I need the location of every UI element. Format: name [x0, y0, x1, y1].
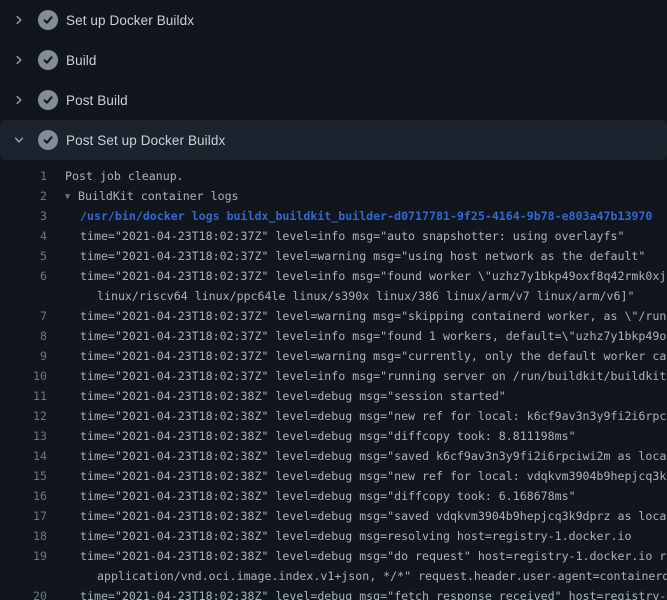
log-text: time="2021-04-23T18:02:38Z" level=debug …	[80, 506, 666, 526]
log-line-number[interactable]: 8	[0, 326, 47, 346]
log-text: time="2021-04-23T18:02:38Z" level=debug …	[80, 426, 576, 446]
log-command-text: /usr/bin/docker logs buildx_buildkit_bui…	[80, 206, 652, 226]
chevron-right-icon	[12, 12, 25, 28]
log-line: 1 Post job cleanup.	[0, 166, 667, 186]
check-circle-icon	[38, 130, 58, 150]
log-line-number[interactable]: 7	[0, 306, 47, 326]
log-line: 3/usr/bin/docker logs buildx_buildkit_bu…	[0, 206, 667, 226]
log-text: time="2021-04-23T18:02:38Z" level=debug …	[80, 526, 631, 546]
log-text: time="2021-04-23T18:02:38Z" level=debug …	[80, 586, 666, 600]
log-line-number[interactable]: 2	[0, 186, 47, 206]
log-line: linux/riscv64 linux/ppc64le linux/s390x …	[0, 286, 667, 306]
log-line: 11 time="2021-04-23T18:02:38Z" level=debu…	[0, 386, 667, 406]
log-line-number[interactable]: 17	[0, 506, 47, 526]
log-line-number[interactable]: 13	[0, 426, 47, 446]
log-text: application/vnd.oci.image.index.v1+json,…	[97, 566, 667, 586]
step-header-post-build[interactable]: Post Build	[0, 80, 667, 120]
step-list: Set up Docker Buildx Build Post Build Post …	[0, 0, 667, 160]
step-header-build[interactable]: Build	[0, 40, 667, 80]
step-label: Post Build	[66, 93, 128, 108]
check-circle-icon	[38, 90, 58, 110]
log-line-number[interactable]: 4	[0, 226, 47, 246]
log-text: ▼BuildKit container logs	[65, 186, 239, 206]
log-text: time="2021-04-23T18:02:37Z" level=info m…	[80, 266, 666, 286]
step-label: Post Set up Docker Buildx	[66, 133, 225, 148]
log-line-number[interactable]: 3	[0, 206, 47, 226]
step-label: Set up Docker Buildx	[66, 13, 194, 28]
chevron-right-icon	[12, 52, 25, 68]
log-line: 6 time="2021-04-23T18:02:37Z" level=info …	[0, 266, 667, 286]
log-line-number[interactable]: 5	[0, 246, 47, 266]
log-line: 19 time="2021-04-23T18:02:38Z" level=debu…	[0, 546, 667, 566]
log-line: 10 time="2021-04-23T18:02:37Z" level=info…	[0, 366, 667, 386]
step-header-set-up-docker-buildx[interactable]: Set up Docker Buildx	[0, 0, 667, 40]
log-line-number[interactable]: 1	[0, 166, 47, 186]
log-text: time="2021-04-23T18:02:38Z" level=debug …	[80, 386, 506, 406]
log-line-number[interactable]: 9	[0, 346, 47, 366]
log-group-header[interactable]: 2 ▼BuildKit container logs	[0, 186, 667, 206]
log-text: time="2021-04-23T18:02:38Z" level=debug …	[80, 486, 576, 506]
log-line-number[interactable]: 20	[0, 586, 47, 600]
chevron-down-icon	[12, 132, 25, 148]
log-line-number[interactable]: 11	[0, 386, 47, 406]
log-line-number[interactable]: 6	[0, 266, 47, 286]
log-text: time="2021-04-23T18:02:37Z" level=warnin…	[80, 306, 666, 326]
step-label: Build	[66, 53, 97, 68]
log-line: 17 time="2021-04-23T18:02:38Z" level=debu…	[0, 506, 667, 526]
log-line: 5 time="2021-04-23T18:02:37Z" level=warni…	[0, 246, 667, 266]
log-line: 13 time="2021-04-23T18:02:38Z" level=debu…	[0, 426, 667, 446]
log-line: 8 time="2021-04-23T18:02:37Z" level=info …	[0, 326, 667, 346]
log-line: 14 time="2021-04-23T18:02:38Z" level=debu…	[0, 446, 667, 466]
group-collapse-triangle-icon: ▼	[65, 187, 78, 206]
log-text: time="2021-04-23T18:02:37Z" level=warnin…	[80, 246, 645, 266]
log-text: time="2021-04-23T18:02:37Z" level=info m…	[80, 366, 666, 386]
log-text: time="2021-04-23T18:02:38Z" level=debug …	[80, 466, 666, 486]
log-line-number[interactable]: 15	[0, 466, 47, 486]
group-title: BuildKit container logs	[78, 189, 239, 203]
check-circle-icon	[38, 10, 58, 30]
log-line: 15 time="2021-04-23T18:02:38Z" level=debu…	[0, 466, 667, 486]
actions-log-viewer: Set up Docker Buildx Build Post Build Post …	[0, 0, 667, 600]
log-line-number[interactable]: 12	[0, 406, 47, 426]
log-text: time="2021-04-23T18:02:38Z" level=debug …	[80, 446, 666, 466]
log-pane: 1 Post job cleanup. 2 ▼BuildKit container l…	[0, 160, 667, 600]
log-line: 12 time="2021-04-23T18:02:38Z" level=debu…	[0, 406, 667, 426]
log-line: 18 time="2021-04-23T18:02:38Z" level=debu…	[0, 526, 667, 546]
log-line: 4 time="2021-04-23T18:02:37Z" level=info …	[0, 226, 667, 246]
check-circle-icon	[38, 50, 58, 70]
chevron-right-icon	[12, 92, 25, 108]
log-text: time="2021-04-23T18:02:38Z" level=debug …	[80, 406, 666, 426]
log-line-number[interactable]: 19	[0, 546, 47, 566]
log-line-number[interactable]: 18	[0, 526, 47, 546]
log-text: time="2021-04-23T18:02:37Z" level=info m…	[80, 226, 624, 246]
log-line: 9 time="2021-04-23T18:02:37Z" level=warni…	[0, 346, 667, 366]
log-line-number[interactable]: 16	[0, 486, 47, 506]
log-line: 7 time="2021-04-23T18:02:37Z" level=warni…	[0, 306, 667, 326]
log-line-number[interactable]: 10	[0, 366, 47, 386]
log-text: Post job cleanup.	[65, 166, 184, 186]
log-text: time="2021-04-23T18:02:38Z" level=debug …	[80, 546, 666, 566]
log-line: 20 time="2021-04-23T18:02:38Z" level=debu…	[0, 586, 667, 600]
step-header-post-set-up-docker-buildx[interactable]: Post Set up Docker Buildx	[0, 120, 667, 160]
log-line: application/vnd.oci.image.index.v1+json,…	[0, 566, 667, 586]
log-text: time="2021-04-23T18:02:37Z" level=warnin…	[80, 346, 666, 366]
log-line-number[interactable]: 14	[0, 446, 47, 466]
log-text: linux/riscv64 linux/ppc64le linux/s390x …	[97, 286, 634, 306]
log-line: 16 time="2021-04-23T18:02:38Z" level=debu…	[0, 486, 667, 506]
log-text: time="2021-04-23T18:02:37Z" level=info m…	[80, 326, 666, 346]
